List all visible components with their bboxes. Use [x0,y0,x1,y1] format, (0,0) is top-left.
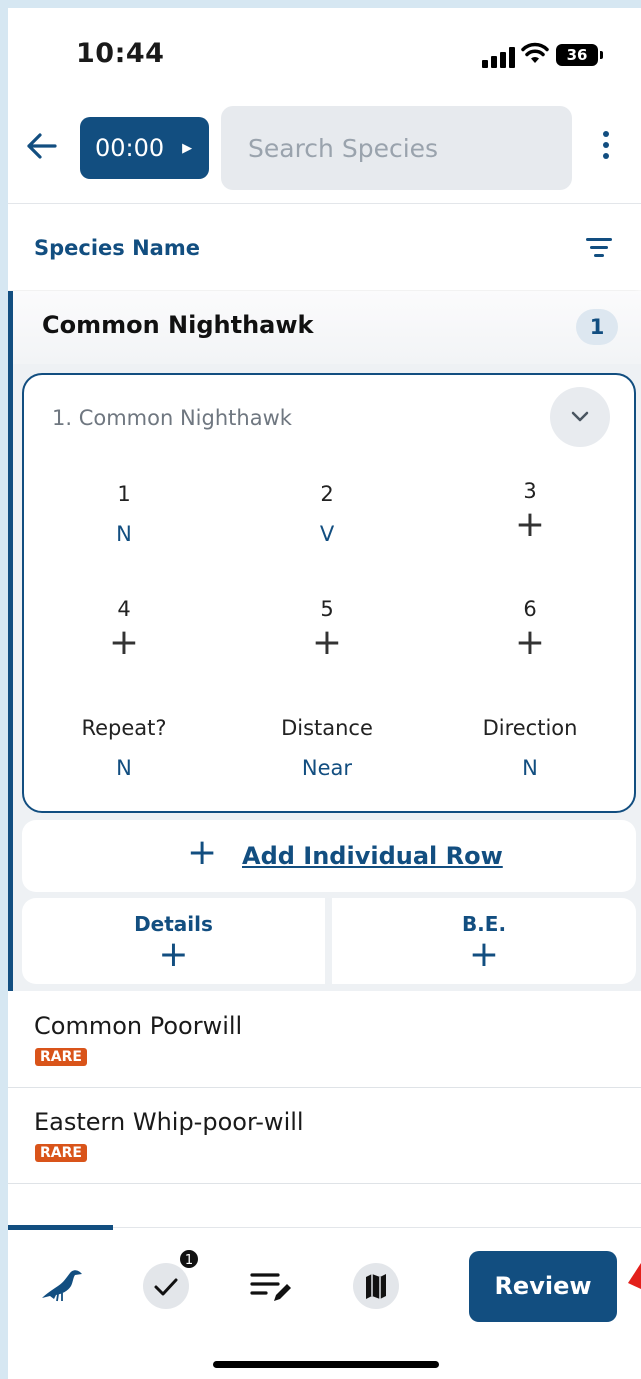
attribute-label: Distance [281,716,373,740]
add-plus-icon[interactable]: + [24,625,224,661]
collapse-button[interactable] [550,387,610,447]
direction-field[interactable]: Direction N [430,716,630,780]
cell-label: 3 [523,479,537,503]
details-button[interactable]: Details + [22,898,325,984]
species-name: Eastern Whip-poor-will [34,1108,304,1136]
cell-3[interactable]: 3 + [430,479,630,543]
be-label: B.E. [461,912,507,936]
check-icon[interactable] [143,1263,189,1309]
cell-1[interactable]: 1 N [24,482,224,546]
plus-icon: + [187,832,218,873]
timer-value: 00:00 [95,134,165,162]
distance-field[interactable]: Distance Near [227,716,427,780]
app-screen: 10:44 36 00:00 ▶ Search Species Species … [8,8,641,1379]
cell-5[interactable]: 5 + [227,597,427,661]
chevron-down-icon [571,411,589,422]
status-bar: 10:44 36 [8,8,641,98]
map-icon[interactable] [353,1263,399,1309]
home-indicator [213,1361,439,1368]
cell-label: 1 [117,482,131,506]
cell-label: 6 [523,597,537,621]
add-plus-icon[interactable]: + [430,625,630,661]
filter-icon[interactable] [586,238,612,258]
play-icon: ▶ [182,140,193,156]
search-input[interactable] [221,106,572,190]
list-item[interactable]: Eastern Whip-poor-will RARE [8,1088,641,1184]
cell-value[interactable]: N [24,522,224,546]
individual-title: 1. Common Nighthawk [52,406,292,430]
cell-4[interactable]: 4 + [24,597,224,661]
add-individual-row-label: Add Individual Row [242,842,503,870]
checklist-count-badge: 1 [178,1248,200,1270]
cursor-pointer-icon [628,1263,641,1289]
species-title: Common Nighthawk [42,311,314,339]
count-badge: 1 [576,309,618,345]
sort-by-species-name[interactable]: Species Name [34,236,200,260]
rare-badge: RARE [35,1048,87,1066]
attribute-value[interactable]: N [430,756,630,780]
be-button[interactable]: B.E. + [332,898,636,984]
review-button[interactable]: Review [469,1251,617,1322]
attribute-value[interactable]: Near [227,756,427,780]
attribute-label: Direction [482,716,578,740]
back-arrow-icon[interactable] [26,132,62,164]
rare-badge: RARE [35,1144,87,1162]
bottom-navigation: 1 Review [8,1225,641,1379]
species-header[interactable]: Common Nighthawk 1 [13,291,641,364]
add-individual-row-button[interactable]: + Add Individual Row [22,820,636,892]
plus-icon: + [468,934,500,975]
active-tab-indicator [8,1225,113,1230]
app-header: 00:00 ▶ [8,98,641,204]
cell-label: 2 [320,482,334,506]
repeat-field[interactable]: Repeat? N [24,716,224,780]
cell-label: 5 [320,597,334,621]
sort-bar: Species Name [8,205,641,290]
bird-icon[interactable] [40,1266,84,1306]
signal-icon [482,46,516,68]
cell-value[interactable]: V [227,522,427,546]
add-plus-icon[interactable]: + [430,507,630,543]
attribute-value[interactable]: N [24,756,224,780]
list-item[interactable]: Common Poorwill RARE [8,992,641,1088]
kebab-menu-icon[interactable] [596,131,616,167]
status-time: 10:44 [76,38,165,69]
details-label: Details [134,912,213,936]
add-plus-icon[interactable]: + [227,625,427,661]
individual-card: 1. Common Nighthawk 1 N 2 V 3 + 4 + 5 + … [22,373,636,813]
species-name: Common Poorwill [34,1012,243,1040]
cell-2[interactable]: 2 V [227,482,427,546]
timer-button[interactable]: 00:00 ▶ [80,117,209,179]
plus-icon: + [158,934,189,975]
expanded-species-section: Common Nighthawk 1 1. Common Nighthawk 1… [8,291,641,991]
attribute-label: Repeat? [81,716,167,740]
cell-6[interactable]: 6 + [430,597,630,661]
cell-label: 4 [117,597,131,621]
edit-list-icon[interactable] [250,1270,294,1308]
battery-icon: 36 [556,44,603,66]
wifi-icon [520,41,550,69]
